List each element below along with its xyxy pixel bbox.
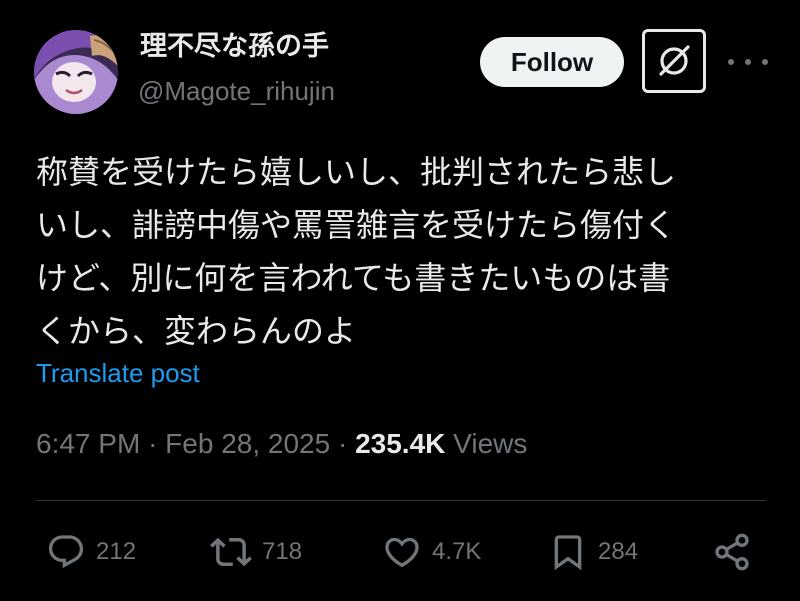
bookmark-button[interactable]: 284 (548, 530, 638, 574)
reply-button[interactable]: 212 (46, 530, 136, 574)
more-icon[interactable] (728, 52, 768, 72)
translate-post-link[interactable]: Translate post (36, 356, 200, 390)
grok-icon (659, 45, 690, 76)
avatar[interactable] (34, 30, 118, 114)
repost-icon (210, 537, 252, 567)
tweet-text-line: 称賛を受けたら嬉しいし、批判されたら悲し (36, 153, 677, 191)
grok-button[interactable] (642, 29, 706, 93)
meta-separator: · (337, 428, 348, 459)
views-count: 235.4K (355, 428, 446, 459)
share-icon (715, 533, 749, 571)
avatar-illustration (34, 30, 118, 114)
tweet-meta: 6:47 PM · Feb 28, 2025 · 235.4K Views (36, 426, 527, 462)
views-label: Views (453, 428, 528, 459)
action-bar: 212 718 4.7K 284 (46, 530, 766, 574)
like-count: 4.7K (432, 538, 482, 565)
follow-button[interactable]: Follow (480, 37, 624, 87)
meta-separator: · (148, 428, 158, 459)
more-dot (728, 59, 734, 65)
reply-icon (48, 535, 84, 569)
reply-count: 212 (96, 538, 137, 565)
more-dot (745, 59, 751, 65)
bookmark-count: 284 (598, 538, 639, 565)
like-button[interactable]: 4.7K (382, 530, 481, 574)
repost-button[interactable]: 718 (210, 530, 302, 574)
share-button[interactable] (712, 530, 752, 574)
bookmark-icon (554, 535, 582, 571)
tweet-text: 称賛を受けたら嬉しいし、批判されたら悲し いし、誹謗中傷や罵詈雑言を受けたら傷付… (36, 146, 776, 358)
divider (36, 500, 766, 501)
heart-icon (385, 537, 419, 568)
tweet-text-line: いし、誹謗中傷や罵詈雑言を受けたら傷付く (36, 206, 677, 244)
tweet-time[interactable]: 6:47 PM (36, 428, 140, 459)
tweet-text-line: けど、別に何を言われても書きたいものは書 (36, 259, 671, 297)
repost-count: 718 (262, 538, 303, 565)
tweet-text-line: くから、変わらんのよ (36, 312, 357, 350)
more-dot (762, 59, 768, 65)
tweet-date[interactable]: Feb 28, 2025 (165, 428, 330, 459)
author-display-name[interactable]: 理不尽な孫の手 (140, 30, 329, 64)
author-handle[interactable]: @Magote_rihujin (138, 74, 335, 108)
